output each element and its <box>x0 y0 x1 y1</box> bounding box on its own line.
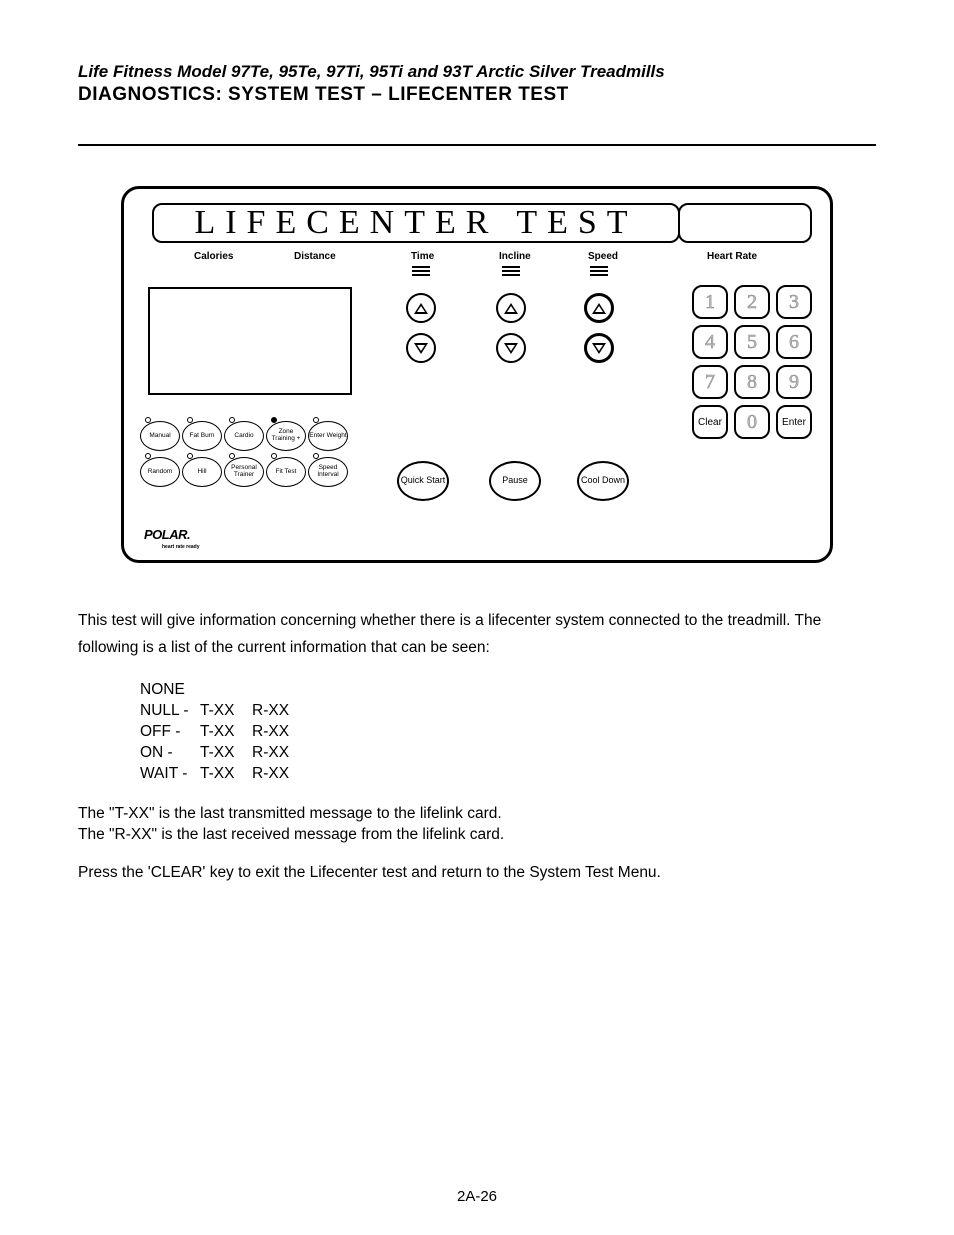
segment-bars-incline <box>502 264 520 278</box>
arrow-up-icon <box>414 303 428 314</box>
incline-up-button[interactable] <box>496 293 526 323</box>
display-box <box>148 287 352 395</box>
arrow-up-icon <box>504 303 518 314</box>
keypad-0[interactable]: 0 <box>734 405 770 439</box>
table-row: NULL -T-XXR-XX <box>140 702 295 721</box>
time-up-button[interactable] <box>406 293 436 323</box>
explain-txx: The "T-XX" is the last transmitted messa… <box>78 804 876 825</box>
console-panel: LIFECENTER TEST Calories Distance Time I… <box>121 186 833 563</box>
header-title: DIAGNOSTICS: SYSTEM TEST – LIFECENTER TE… <box>78 84 876 106</box>
keypad-4[interactable]: 4 <box>692 325 728 359</box>
lcd-display: LIFECENTER TEST <box>152 203 680 243</box>
keypad-clear[interactable]: Clear <box>692 405 728 439</box>
arrow-up-icon <box>592 303 606 314</box>
speed-down-button[interactable] <box>584 333 614 363</box>
table-row: ON -T-XXR-XX <box>140 744 295 763</box>
intro-line2: following is a list of the current infor… <box>78 638 876 659</box>
pause-button[interactable]: Pause <box>489 461 541 501</box>
keypad-7[interactable]: 7 <box>692 365 728 399</box>
arrow-down-icon <box>592 343 606 354</box>
keypad-2[interactable]: 2 <box>734 285 770 319</box>
polar-subtext: heart rate ready <box>162 544 200 550</box>
speed-up-button[interactable] <box>584 293 614 323</box>
header-rule <box>78 144 876 146</box>
quick-start-button[interactable]: Quick Start <box>397 461 449 501</box>
label-time: Time <box>411 251 434 262</box>
prog-cardio[interactable]: Cardio <box>224 421 264 451</box>
table-row: WAIT -T-XXR-XX <box>140 765 295 784</box>
arrow-down-icon <box>414 343 428 354</box>
prog-hill[interactable]: Hill <box>182 457 222 487</box>
program-buttons: Manual Fat Burn Cardio Zone Training + E… <box>140 421 348 493</box>
keypad-1[interactable]: 1 <box>692 285 728 319</box>
prog-random[interactable]: Random <box>140 457 180 487</box>
prog-personaltrainer[interactable]: Personal Trainer <box>224 457 264 487</box>
keypad-9[interactable]: 9 <box>776 365 812 399</box>
label-incline: Incline <box>499 251 531 262</box>
keypad-6[interactable]: 6 <box>776 325 812 359</box>
label-heartrate: Heart Rate <box>707 251 757 262</box>
polar-logo: POLAR. <box>144 527 190 542</box>
prog-fatburn[interactable]: Fat Burn <box>182 421 222 451</box>
incline-down-button[interactable] <box>496 333 526 363</box>
label-calories: Calories <box>194 251 233 262</box>
keypad-3[interactable]: 3 <box>776 285 812 319</box>
header-subtitle: Life Fitness Model 97Te, 95Te, 97Ti, 95T… <box>78 62 876 82</box>
page-number: 2A-26 <box>0 1188 954 1205</box>
prog-enterweight[interactable]: Enter Weight <box>308 421 348 451</box>
info-table: NONE NULL -T-XXR-XX OFF -T-XXR-XX ON -T-… <box>138 679 297 786</box>
prog-fittest[interactable]: Fit Test <box>266 457 306 487</box>
arrow-down-icon <box>504 343 518 354</box>
table-row: NONE <box>140 681 295 700</box>
cool-down-button[interactable]: Cool Down <box>577 461 629 501</box>
explain-rxx: The "R-XX" is the last received message … <box>78 825 876 846</box>
segment-bars-time <box>412 264 430 278</box>
numeric-keypad: 1 2 3 4 5 6 7 8 9 Clear 0 Enter <box>692 285 812 445</box>
prog-speedinterval[interactable]: Speed Interval <box>308 457 348 487</box>
press-clear: Press the 'CLEAR' key to exit the Lifece… <box>78 864 876 882</box>
table-row: OFF -T-XXR-XX <box>140 723 295 742</box>
label-distance: Distance <box>294 251 336 262</box>
prog-zonetraining[interactable]: Zone Training + <box>266 421 306 451</box>
prog-manual[interactable]: Manual <box>140 421 180 451</box>
top-right-box <box>678 203 812 243</box>
label-speed: Speed <box>588 251 618 262</box>
keypad-5[interactable]: 5 <box>734 325 770 359</box>
keypad-8[interactable]: 8 <box>734 365 770 399</box>
time-down-button[interactable] <box>406 333 436 363</box>
keypad-enter[interactable]: Enter <box>776 405 812 439</box>
segment-bars-speed <box>590 264 608 278</box>
intro-line1: This test will give information concerni… <box>78 611 876 632</box>
